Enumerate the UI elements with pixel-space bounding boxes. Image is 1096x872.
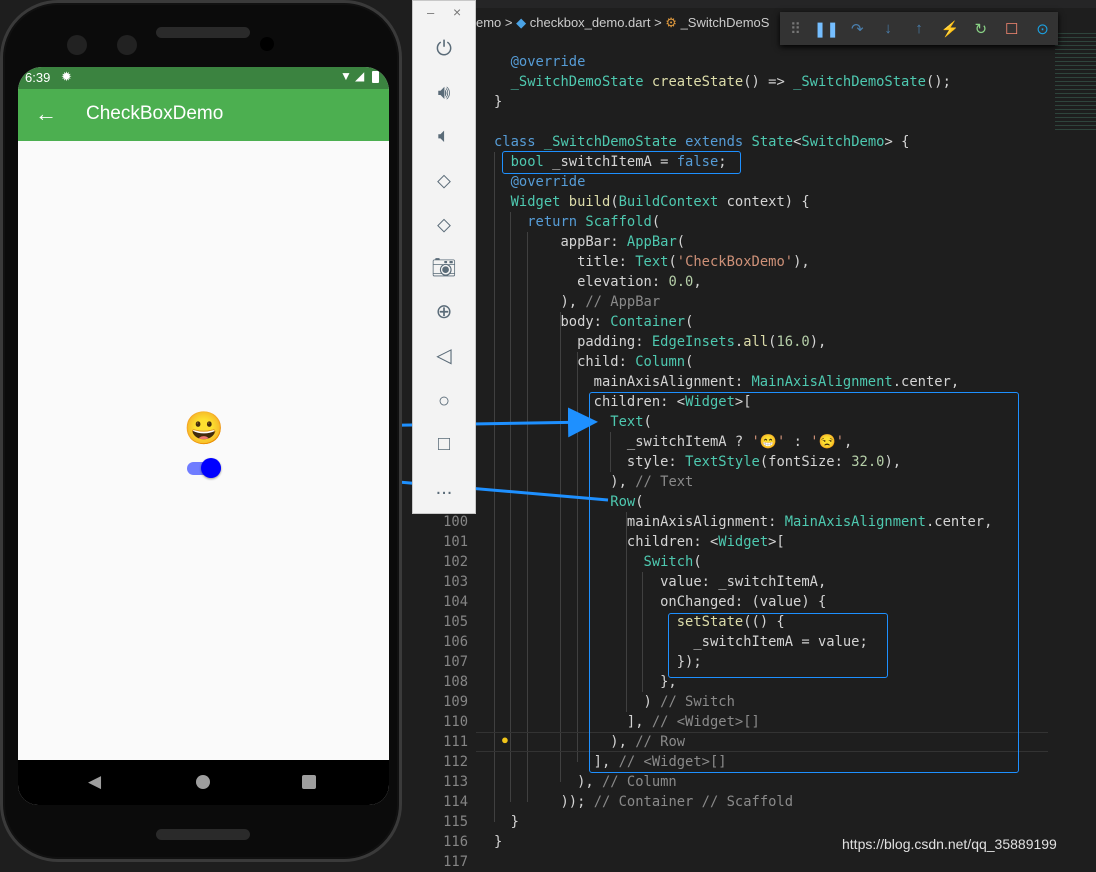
close-button[interactable]: × bbox=[453, 4, 461, 20]
front-camera bbox=[117, 35, 137, 55]
earpiece-speaker bbox=[156, 27, 250, 38]
switch-toggle[interactable] bbox=[186, 458, 222, 478]
status-time: 6:39 bbox=[25, 70, 51, 85]
more-icon[interactable]: ... bbox=[413, 476, 475, 500]
watermark: https://blog.csdn.net/qq_35889199 bbox=[842, 836, 1057, 852]
navigation-bar: ◀ bbox=[18, 760, 389, 805]
nav-home-icon[interactable] bbox=[196, 775, 210, 789]
volume-down-icon[interactable]: 🔈︎ bbox=[413, 124, 475, 148]
front-camera bbox=[67, 35, 87, 55]
nav-overview-icon[interactable] bbox=[302, 775, 316, 789]
switch-thumb bbox=[201, 458, 221, 478]
home-icon[interactable]: ○ bbox=[413, 389, 475, 413]
app-title: CheckBoxDemo bbox=[86, 103, 224, 124]
back-arrow-icon[interactable]: ← bbox=[35, 101, 57, 127]
signal-icon: ◢ bbox=[355, 69, 365, 83]
back-icon[interactable]: ◁ bbox=[413, 344, 475, 368]
emulator-toolbar: – × ⏻ 🔊︎ 🔈︎ ⬦ ⬦ 📷︎ ⊕ ◁ ○ □ ... bbox=[412, 0, 476, 514]
wifi-icon: ▼ bbox=[340, 69, 352, 83]
rotate-right-icon[interactable]: ⬦ bbox=[413, 213, 475, 237]
sensor bbox=[260, 37, 274, 51]
overview-icon[interactable]: □ bbox=[413, 432, 475, 456]
settings-icon: ✹ bbox=[61, 69, 72, 84]
status-bar: 6:39 ✹ ▼ ◢ bbox=[18, 67, 389, 89]
nav-back-icon[interactable]: ◀ bbox=[88, 772, 101, 792]
power-icon[interactable]: ⏻ bbox=[413, 37, 475, 61]
zoom-icon[interactable]: ⊕ bbox=[413, 300, 475, 324]
minimize-button[interactable]: – bbox=[427, 5, 434, 20]
app-bar: ← CheckBoxDemo bbox=[18, 89, 389, 141]
rotate-left-icon[interactable]: ⬦ bbox=[413, 169, 475, 193]
emoji-text: 😀 bbox=[184, 410, 224, 446]
battery-icon bbox=[372, 71, 379, 83]
volume-up-icon[interactable]: 🔊︎ bbox=[413, 81, 475, 105]
phone-frame: 6:39 ✹ ▼ ◢ ← CheckBoxDemo 😀 ◀ bbox=[0, 0, 402, 862]
bottom-speaker bbox=[156, 829, 250, 840]
phone-screen: 6:39 ✹ ▼ ◢ ← CheckBoxDemo 😀 ◀ bbox=[18, 67, 389, 805]
camera-icon[interactable]: 📷︎ bbox=[413, 256, 475, 280]
